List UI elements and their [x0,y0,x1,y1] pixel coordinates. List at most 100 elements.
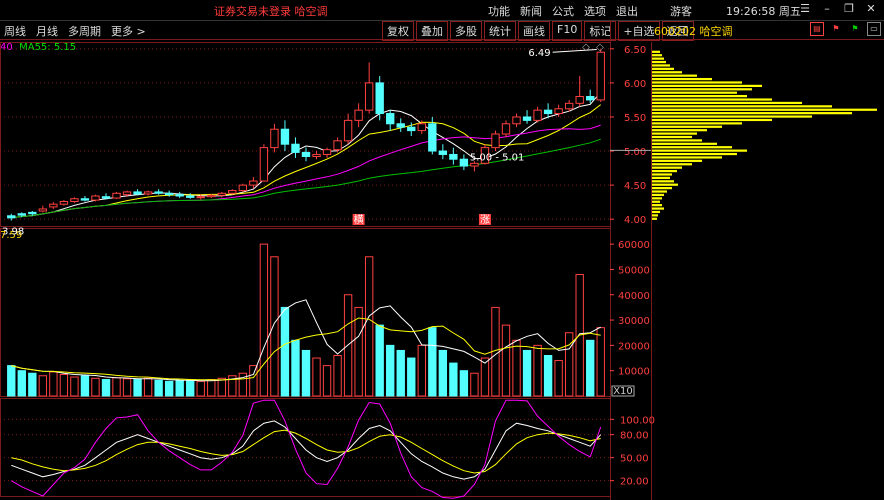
candle-body [512,116,521,125]
chip-profile-bar [652,207,664,210]
candle-body [7,215,16,219]
volume-bar [586,339,595,397]
volume-bar [291,339,300,397]
volume-bar [501,324,511,397]
chip-profile-bar [652,60,666,64]
chip-profile-bar [652,197,662,200]
candle-body [28,211,37,215]
chip-profile-bar [652,77,712,81]
price-tick-label: 6.00 [624,79,646,90]
chip-profile-bar [652,95,747,98]
candle-body [575,96,584,104]
chip-profile-bar [652,190,667,193]
chip-profile-bar [652,64,670,67]
chart-canvas[interactable]: 6.50 6.00 5.50 5.00 4.50 4.00 6.49 3.98 5.00 - 5… [0,0,884,500]
volume-bar [480,357,490,397]
candle-body [375,82,384,115]
candle-body [354,109,363,121]
candle-body [154,191,163,194]
volume-bar [354,306,363,397]
chip-profile-bar [652,91,737,94]
candle-body [207,194,216,198]
candle-body [238,184,248,192]
chip-profile-bar [652,108,877,111]
candle-body [101,196,111,199]
price-tick-label: 6.50 [624,45,646,56]
marker-right-label: 涨 [480,214,490,226]
candle-body [259,147,269,182]
chip-profile-bar [652,71,682,74]
candle-body [175,194,184,197]
chip-profile-bar [652,214,658,217]
candle-body [143,191,153,195]
candle-body [554,108,563,115]
chip-profile-bar [652,81,742,84]
candle-body [533,109,542,121]
volume-bar [533,344,542,397]
volume-tick-label: 10000 [618,367,650,378]
volume-bar [122,378,132,397]
volume-bar [386,344,395,397]
volume-bar [7,365,16,397]
chip-profile-bar [652,200,660,203]
chip-profile-bar [652,159,702,162]
volume-bar [322,365,332,397]
chip-profile-bar [652,156,722,159]
chip-profile-bar [652,50,660,53]
volume-bar [186,379,195,397]
volume-bar [301,349,311,397]
candle-body [217,192,226,196]
chip-profile-bar [652,139,702,142]
volume-bar [312,357,321,397]
volume-bar [207,379,216,397]
marker-left-label: 横 [354,213,364,226]
candle-body [49,203,58,208]
volume-bar [449,362,458,397]
volume-bar [28,372,37,397]
chip-profile-bar [652,122,742,125]
chip-profile-bar [652,98,772,101]
chip-profile-bar [652,163,692,166]
chip-profile-bar [652,210,660,214]
candle-body [249,180,258,186]
kdj-tick-label: 20.00 [620,477,649,488]
high-price-pointer [552,48,597,53]
price-tick-label: 5.50 [624,113,646,124]
candle-body [501,123,511,135]
volume-bar [38,375,48,397]
candle-body [386,113,395,125]
volume-bar [70,376,79,397]
volume-bar [143,377,153,397]
chip-profile-bar [652,101,802,105]
volume-bar [270,256,279,397]
volume-bar [249,365,258,397]
volume-bar [175,380,184,397]
volume-bar [59,373,69,397]
chip-profile-bar [652,193,664,197]
candle-body [322,149,332,155]
chip-profile-bar [652,217,657,220]
volume-bar [196,380,205,397]
candle-body [38,208,48,212]
candle-body [280,128,290,145]
candle-body [343,119,353,142]
candle-body [417,123,426,132]
chip-profile-bar [652,204,662,207]
candle-body [17,213,26,216]
chip-profile-bar [652,74,697,77]
candle-body [364,82,374,111]
volume-tick-label: 20000 [618,341,650,352]
candle-body [522,116,532,121]
volume-bar [364,256,374,397]
chip-profile-bar [652,149,747,152]
volume-bar [459,370,469,397]
candle-body [122,191,132,196]
chip-profile-bar [652,57,664,60]
chip-profile-bar [652,54,662,57]
chip-profile-bar [652,180,674,183]
kdj-k-line [11,420,602,480]
candle-body [112,192,121,199]
volume-tick-label: 50000 [618,265,650,276]
mid-price-label: 5.00 - 5.01 [470,152,525,163]
volume-bar [596,327,605,397]
